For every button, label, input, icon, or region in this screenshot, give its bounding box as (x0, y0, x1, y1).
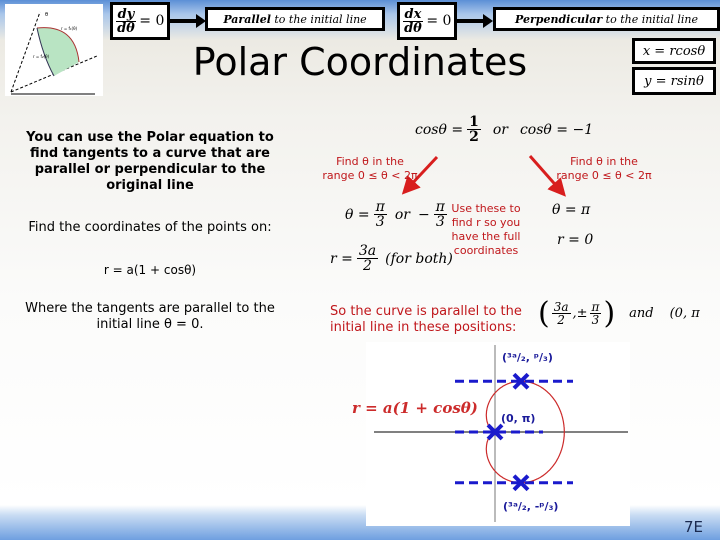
find-theta-right: Find θ in the range 0 ≤ θ < 2π (556, 155, 652, 182)
r-numerator: 3a (356, 243, 379, 259)
label-point-bottom: (³ᵃ/₂, -ᵖ/₃) (503, 500, 559, 513)
theta-lhs: θ = (345, 206, 370, 223)
theta-neg: − (417, 206, 430, 223)
theta-solutions: θ = π 3 or − π 3 (345, 200, 447, 229)
use-these-note: Use these to find r so you have the full… (451, 202, 521, 257)
polar-graph (366, 342, 630, 526)
graph-equation-label: r = a(1 + cosθ) (352, 399, 478, 417)
theta-equals-pi: θ = π (552, 202, 591, 218)
conclusion-text: So the curve is parallel to the initial … (330, 304, 522, 335)
coord-denominator-2: 3 (591, 313, 600, 327)
theta-numerator: π (373, 199, 387, 215)
coord-origin: (0, π (669, 306, 700, 321)
parallel-coordinates: ( 3a 2 ,± π 3 ) and (0, π (538, 296, 700, 331)
coord-and: and (629, 306, 654, 321)
label-point-top: (³ᵃ/₂, ᵖ/₃) (502, 351, 553, 364)
cardioid-plot (374, 345, 628, 522)
label-point-origin: (0, π) (501, 412, 536, 425)
coord-plus-minus: ,± (572, 306, 588, 321)
theta-neg-denominator: 3 (435, 214, 445, 230)
r-note: (for both) (385, 250, 453, 267)
r-equals-zero: r = 0 (557, 232, 594, 248)
r-denominator: 2 (363, 258, 372, 274)
find-theta-left: Find θ in the range 0 ≤ θ < 2π (322, 155, 418, 182)
theta-neg-numerator: π (433, 199, 447, 215)
theta-denominator: 3 (375, 214, 385, 230)
theta-or: or (394, 206, 410, 223)
r-lhs: r = (330, 250, 353, 267)
coord-denominator-1: 2 (557, 313, 565, 327)
slide-number: 7E (684, 518, 704, 536)
r-solution: r = 3a 2 (for both) (330, 244, 453, 273)
